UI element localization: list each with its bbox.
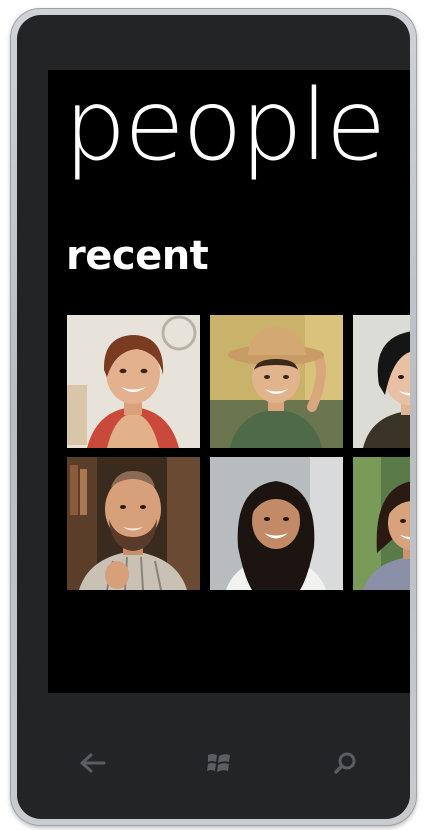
hardware-button-bar <box>47 720 392 800</box>
contact-photo <box>353 315 410 448</box>
search-icon <box>334 752 356 774</box>
contact-photo <box>210 315 343 448</box>
section-heading: recent <box>66 233 209 279</box>
windows-logo-icon <box>207 754 230 772</box>
contact-photo <box>353 457 410 590</box>
contact-tile-6[interactable] <box>353 457 410 590</box>
contact-tile-1[interactable] <box>67 315 200 448</box>
contact-tile-5[interactable] <box>210 457 343 590</box>
contact-photo <box>67 457 200 590</box>
search-button[interactable] <box>325 748 365 778</box>
contact-photo <box>67 315 200 448</box>
page-title: people <box>64 70 386 183</box>
contact-tile-2[interactable] <box>210 315 343 448</box>
back-arrow-icon <box>80 753 106 773</box>
contact-tile-3[interactable] <box>353 315 410 448</box>
phone-frame: people recent <box>10 8 417 826</box>
phone-bezel: people recent <box>17 15 410 819</box>
start-button[interactable] <box>199 748 239 778</box>
back-button[interactable] <box>73 748 113 778</box>
contact-tile-4[interactable] <box>67 457 200 590</box>
contact-photo <box>210 457 343 590</box>
screen: people recent <box>48 70 410 693</box>
